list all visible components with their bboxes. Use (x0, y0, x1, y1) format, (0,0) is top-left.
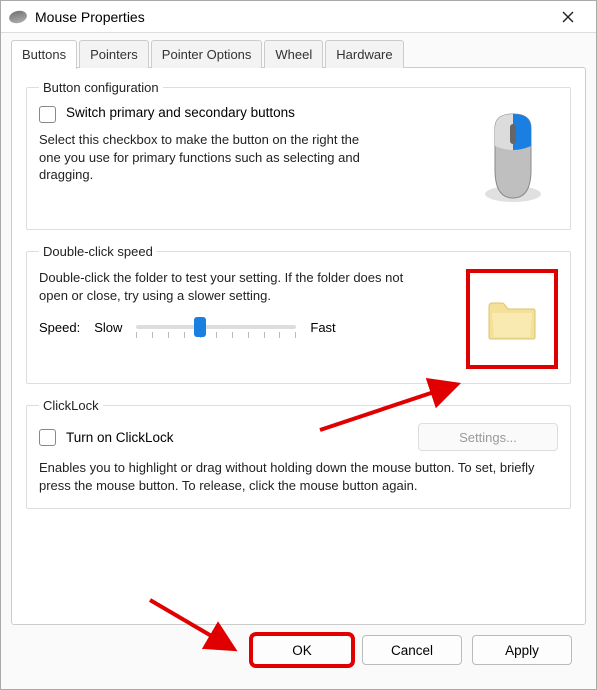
cancel-button[interactable]: Cancel (362, 635, 462, 665)
double-click-test-folder[interactable] (466, 269, 558, 369)
group-legend-clicklock: ClickLock (39, 398, 103, 413)
titlebar: Mouse Properties (1, 1, 596, 33)
slider-thumb[interactable] (194, 317, 206, 337)
tab-panel-buttons: Button configuration Switch primary and … (11, 67, 586, 625)
window-title: Mouse Properties (35, 9, 548, 25)
apply-button[interactable]: Apply (472, 635, 572, 665)
fast-label: Fast (310, 320, 335, 335)
clicklock-settings-button: Settings... (418, 423, 558, 451)
close-button[interactable] (548, 3, 588, 31)
double-click-description: Double-click the folder to test your set… (39, 269, 419, 304)
tab-pointer-options[interactable]: Pointer Options (151, 40, 263, 68)
mouse-app-icon (8, 9, 28, 25)
switch-buttons-label: Switch primary and secondary buttons (66, 105, 295, 120)
clicklock-checkbox[interactable] (39, 429, 56, 446)
tab-strip: Buttons Pointers Pointer Options Wheel H… (11, 39, 586, 68)
clicklock-label: Turn on ClickLock (66, 430, 174, 445)
switch-buttons-description: Select this checkbox to make the button … (39, 131, 379, 184)
group-clicklock: ClickLock Turn on ClickLock Settings... … (26, 398, 571, 509)
tab-hardware[interactable]: Hardware (325, 40, 403, 68)
double-click-speed-slider[interactable] (136, 318, 296, 336)
dialog-button-row: OK Cancel Apply (11, 625, 586, 679)
group-legend-double-click: Double-click speed (39, 244, 157, 259)
mouse-properties-window: Mouse Properties Buttons Pointers Pointe… (0, 0, 597, 690)
group-button-configuration: Button configuration Switch primary and … (26, 80, 571, 230)
tab-wheel[interactable]: Wheel (264, 40, 323, 68)
tab-pointers[interactable]: Pointers (79, 40, 149, 68)
dialog-body: Buttons Pointers Pointer Options Wheel H… (1, 33, 596, 689)
slow-label: Slow (94, 320, 122, 335)
switch-buttons-checkbox[interactable] (39, 106, 56, 123)
tab-buttons[interactable]: Buttons (11, 40, 77, 69)
clicklock-description: Enables you to highlight or drag without… (39, 459, 558, 494)
mouse-icon (468, 105, 558, 215)
speed-label: Speed: (39, 320, 80, 335)
group-double-click-speed: Double-click speed Double-click the fold… (26, 244, 571, 384)
group-legend-button-configuration: Button configuration (39, 80, 163, 95)
close-icon (562, 11, 574, 23)
folder-icon (486, 297, 538, 341)
ok-button[interactable]: OK (252, 635, 352, 665)
